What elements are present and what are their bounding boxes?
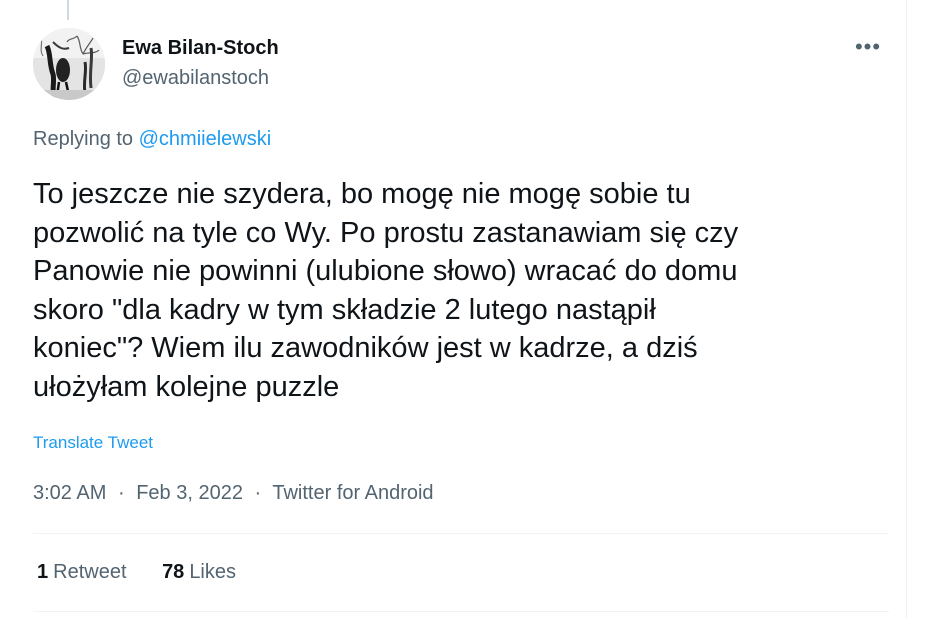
more-horizontal-icon: ••• <box>854 34 882 59</box>
retweets-link[interactable]: 1 Retweet <box>37 560 127 584</box>
replying-to: Replying to @chmiielewski <box>33 127 271 151</box>
author-handle[interactable]: @ewabilanstoch <box>122 66 269 90</box>
reply-mention-link[interactable]: @chmiielewski <box>139 128 272 150</box>
retweets-count: 1 <box>37 561 49 583</box>
divider <box>33 611 889 612</box>
tweet-date-link[interactable]: Feb 3, 2022 <box>136 482 243 504</box>
avatar-photo-icon <box>33 28 105 100</box>
more-options-button[interactable]: ••• <box>848 32 888 62</box>
tweet-time-link[interactable]: 3:02 AM <box>33 482 106 504</box>
likes-count: 78 <box>162 561 185 583</box>
likes-link[interactable]: 78 Likes <box>162 560 236 584</box>
column-border <box>906 0 907 618</box>
engagement-stats: 1 Retweet 78 Likes <box>37 560 236 584</box>
avatar[interactable] <box>33 28 105 100</box>
divider <box>33 533 889 534</box>
meta-separator: · <box>117 482 125 504</box>
tweet-text-line: ułożyłam kolejne puzzle <box>33 370 340 403</box>
tweet-text: To jeszcze nie szydera, bo mogę nie mogę… <box>33 175 883 406</box>
meta-separator: · <box>254 482 262 504</box>
tweet-text-line: To jeszcze nie szydera, bo mogę nie mogę… <box>33 178 691 210</box>
author-display-name[interactable]: Ewa Bilan-Stoch <box>122 36 279 60</box>
retweets-label: Retweet <box>53 561 127 583</box>
tweet-text-line: pozwolić na tyle co Wy. Po prostu zastan… <box>33 216 739 249</box>
likes-label: Likes <box>189 561 237 583</box>
tweet-metadata: 3:02 AM · Feb 3, 2022 · Twitter for Andr… <box>33 481 434 505</box>
tweet-detail: Ewa Bilan-Stoch @ewabilanstoch ••• Reply… <box>0 0 939 618</box>
tweet-text-line: koniec"? Wiem ilu zawodników jest w kadr… <box>33 332 698 364</box>
tweet-text-line: Panowie nie powinni (ulubione słowo) wra… <box>33 255 738 287</box>
thread-connector-line <box>67 0 69 20</box>
translate-tweet-link[interactable]: Translate Tweet <box>33 432 153 454</box>
tweet-text-line: skoro "dla kadry w tym składzie 2 lutego… <box>33 293 656 326</box>
tweet-source-label: Twitter for Android <box>272 482 434 504</box>
replying-to-prefix: Replying to <box>33 128 134 150</box>
